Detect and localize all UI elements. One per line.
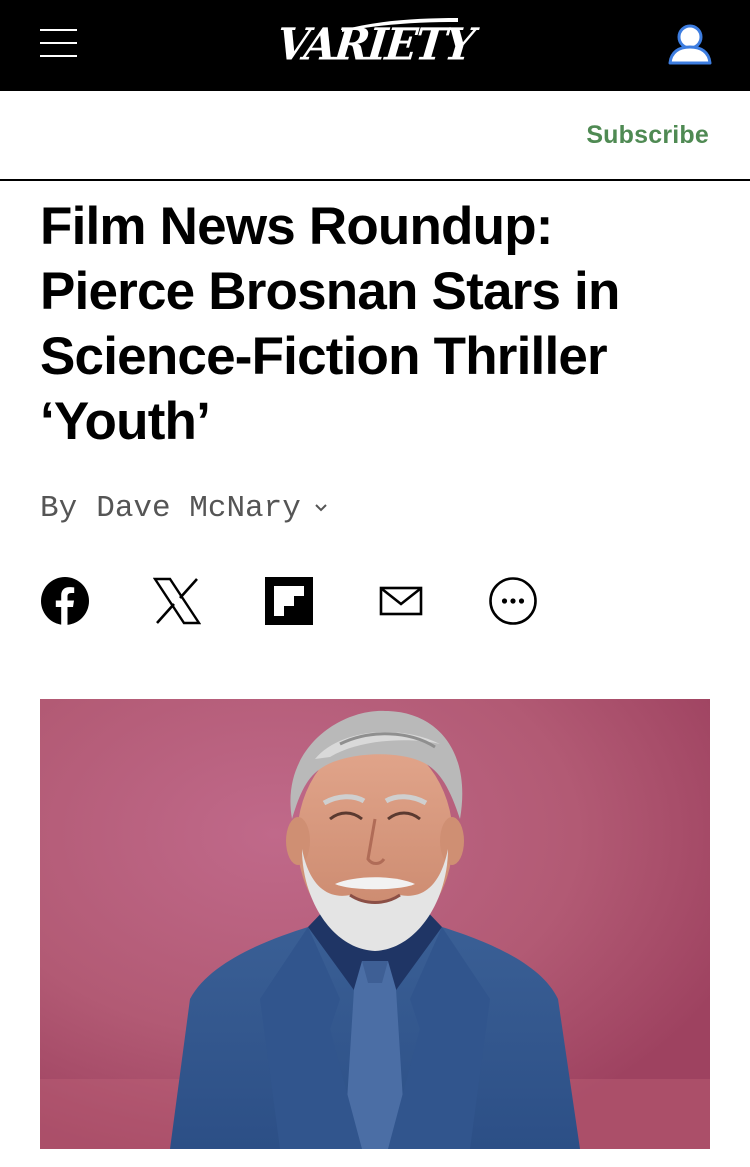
pierce-brosnan-photo <box>40 699 710 1149</box>
x-icon[interactable] <box>152 576 202 626</box>
variety-logo[interactable]: VARIETY <box>274 14 476 74</box>
author-name[interactable]: Dave McNary <box>96 491 301 526</box>
top-navigation-bar: VARIETY <box>0 0 750 91</box>
subscribe-link[interactable]: Subscribe <box>586 121 709 150</box>
user-icon[interactable] <box>667 22 713 66</box>
headline-line: Pierce Brosnan Stars in <box>40 262 620 321</box>
facebook-icon[interactable] <box>40 576 90 626</box>
hamburger-icon[interactable] <box>40 28 77 58</box>
hero-photo[interactable] <box>40 699 710 1149</box>
menu-line <box>40 42 77 44</box>
headline-line: ‘Youth’ <box>40 392 211 451</box>
menu-line <box>40 29 77 31</box>
flipboard-icon[interactable] <box>264 576 314 626</box>
headline-line: Film News Roundup: <box>40 197 553 256</box>
article-headline: Film News Roundup: Pierce Brosnan Stars … <box>40 194 720 454</box>
share-toolbar <box>40 576 560 626</box>
email-icon[interactable] <box>376 576 426 626</box>
logo-wordmark: VARIETY <box>274 18 476 70</box>
article-byline: By Dave McNary <box>40 490 329 526</box>
more-icon[interactable] <box>488 576 538 626</box>
menu-line <box>40 55 77 57</box>
byline-prefix: By <box>40 490 78 526</box>
chevron-down-icon[interactable] <box>313 502 329 514</box>
headline-line: Science-Fiction Thriller <box>40 327 608 386</box>
subscribe-bar: Subscribe <box>0 91 750 181</box>
